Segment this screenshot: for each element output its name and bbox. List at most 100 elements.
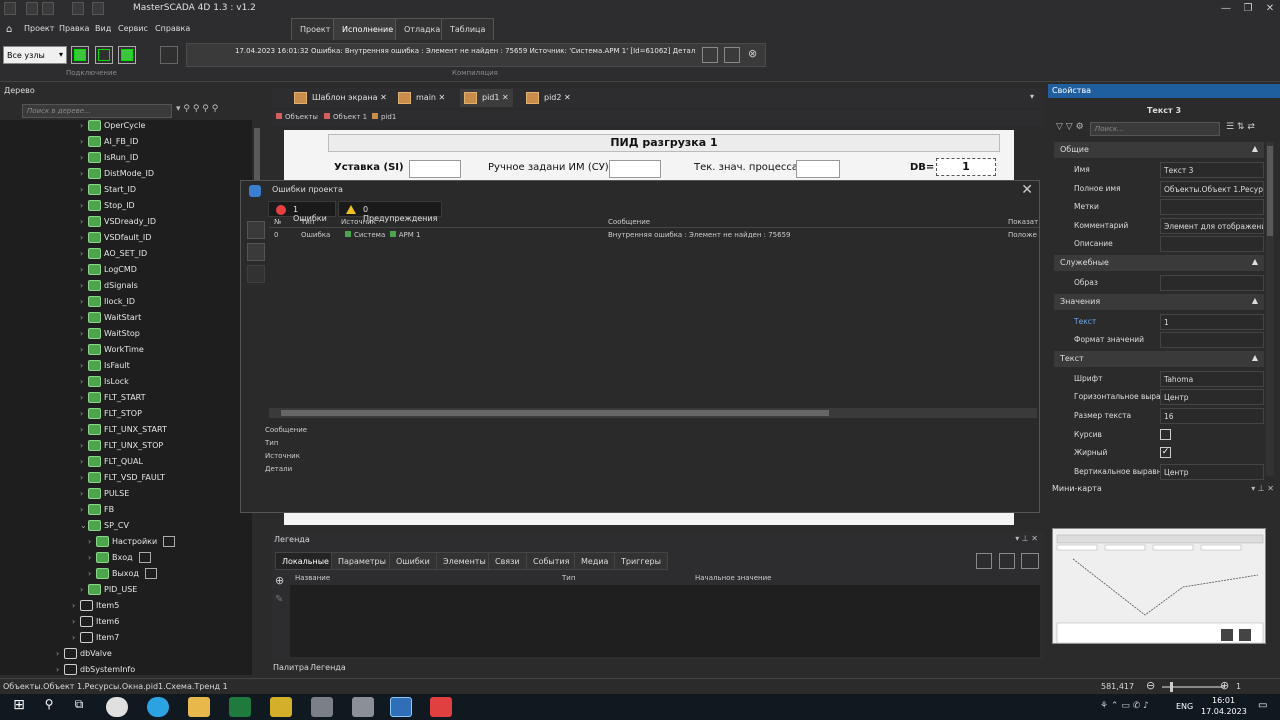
chevron-right-icon[interactable]: › bbox=[80, 329, 88, 338]
property-section[interactable]: Значения ▲ bbox=[1054, 293, 1264, 310]
log-clear-icon[interactable]: ⊗ bbox=[748, 47, 762, 63]
tree-item[interactable]: › Item7 bbox=[72, 632, 119, 648]
windows-start-icon[interactable]: ⊞ bbox=[8, 697, 30, 717]
property-section[interactable]: Текст ▲ bbox=[1054, 350, 1264, 367]
view-table-icon[interactable] bbox=[999, 553, 1015, 569]
tab-pid1[interactable]: pid1 ✕ bbox=[460, 89, 513, 107]
task-view-icon[interactable]: ⧉ bbox=[68, 697, 90, 717]
properties-search-input[interactable]: Поиск... bbox=[1090, 122, 1220, 136]
filter-warnings-button[interactable]: 0 Предупреждения bbox=[338, 201, 442, 223]
legend-tab-triggers[interactable]: Триггеры bbox=[614, 552, 668, 570]
ribbon-tab-table[interactable]: Таблица bbox=[441, 18, 495, 40]
tree-item[interactable]: › IsLock bbox=[80, 376, 129, 392]
quick-access-dropdown-icon[interactable] bbox=[92, 2, 104, 15]
bottom-tab-palette[interactable]: Палитра bbox=[273, 663, 309, 672]
tree-item[interactable]: › AO_SET_ID bbox=[80, 248, 147, 264]
tree-item[interactable]: › Item5 bbox=[72, 600, 119, 616]
chevron-right-icon[interactable]: › bbox=[80, 457, 88, 466]
properties-filter-icon[interactable]: ▽ ▽ ⚙ bbox=[1056, 122, 1084, 132]
menu-help[interactable]: Справка bbox=[155, 24, 190, 33]
link-icon[interactable] bbox=[163, 536, 176, 547]
property-checkbox[interactable]: ✓ bbox=[1160, 447, 1171, 459]
tree-item[interactable]: › FLT_STOP bbox=[80, 408, 142, 424]
explorer-icon[interactable] bbox=[188, 697, 210, 717]
tray-time[interactable]: 16:01 bbox=[1212, 696, 1235, 705]
chevron-right-icon[interactable]: › bbox=[80, 185, 88, 194]
tree-item[interactable]: › dbSystemInfo bbox=[56, 664, 135, 675]
log-export-icon[interactable] bbox=[702, 47, 718, 63]
properties-scrollbar[interactable] bbox=[1266, 142, 1274, 476]
excel-icon[interactable] bbox=[229, 697, 251, 717]
row-message[interactable]: Внутренняя ошибка : Элемент не найден : … bbox=[608, 231, 791, 239]
property-value[interactable]: Центр bbox=[1160, 389, 1264, 406]
legend-tab-local[interactable]: Локальные bbox=[275, 552, 336, 570]
chevron-down-icon[interactable]: ⌄ bbox=[80, 521, 88, 530]
view-grid-icon[interactable] bbox=[976, 553, 992, 569]
close-icon[interactable]: ✕ bbox=[564, 93, 571, 102]
tree-item[interactable]: › WaitStart bbox=[80, 312, 141, 328]
legend-tab-elements[interactable]: Элементы bbox=[436, 552, 493, 570]
tree-item[interactable]: › FB bbox=[80, 504, 114, 520]
view-columns-icon[interactable] bbox=[1021, 553, 1039, 569]
tray-language[interactable]: ENG bbox=[1176, 702, 1193, 711]
row-type[interactable]: Ошибка bbox=[301, 231, 330, 239]
chevron-right-icon[interactable]: › bbox=[80, 505, 88, 514]
nodes-select[interactable]: Все узлы ▾ bbox=[3, 46, 67, 64]
info-icon[interactable] bbox=[247, 243, 265, 261]
tree-item[interactable]: › Выход bbox=[88, 568, 157, 584]
legend-tab-media[interactable]: Медиа bbox=[574, 552, 616, 570]
breadcrumb-item[interactable]: Объект 1 bbox=[333, 113, 367, 121]
masterscada-icon[interactable] bbox=[390, 697, 412, 717]
tree-item[interactable]: › WorkTime bbox=[80, 344, 144, 360]
run-button[interactable] bbox=[71, 46, 89, 64]
tree-item[interactable]: › Вход bbox=[88, 552, 151, 568]
panel-controls-icon[interactable]: ▾ ⊥ ✕ bbox=[1251, 484, 1274, 493]
maximize-icon[interactable]: ❐ bbox=[1238, 0, 1258, 18]
tree-item[interactable]: › PULSE bbox=[80, 488, 129, 504]
tabs-menu-icon[interactable]: ▾ bbox=[1030, 92, 1034, 101]
chevron-right-icon[interactable]: › bbox=[80, 489, 88, 498]
property-section[interactable]: Служебные ▲ bbox=[1054, 255, 1264, 271]
breadcrumb-item[interactable]: Объекты bbox=[285, 113, 318, 121]
minimize-icon[interactable]: — bbox=[1216, 0, 1236, 18]
process-value-field[interactable] bbox=[796, 160, 840, 178]
tree-item[interactable]: › FLT_VSD_FAULT bbox=[80, 472, 165, 488]
add-icon[interactable]: ⊕ bbox=[275, 575, 287, 587]
run-step-button[interactable] bbox=[95, 46, 113, 64]
properties-view-icon[interactable]: ☰ ⇅ ⇄ bbox=[1226, 122, 1255, 132]
minimap[interactable] bbox=[1052, 528, 1266, 644]
link-icon[interactable] bbox=[144, 568, 157, 579]
db-value-text[interactable]: 1 bbox=[936, 158, 996, 176]
download-button[interactable] bbox=[160, 46, 178, 64]
ribbon-tab-execution[interactable]: Исполнение bbox=[333, 18, 403, 40]
chevron-right-icon[interactable]: › bbox=[80, 265, 88, 274]
chevron-right-icon[interactable]: › bbox=[56, 665, 64, 674]
chevron-right-icon[interactable]: › bbox=[88, 569, 96, 578]
property-value[interactable]: Tahoma bbox=[1160, 370, 1264, 387]
save-icon[interactable] bbox=[26, 2, 38, 15]
goto-source-icon[interactable] bbox=[247, 221, 265, 239]
chevron-right-icon[interactable]: › bbox=[80, 441, 88, 450]
chevron-right-icon[interactable]: › bbox=[80, 425, 88, 434]
legend-tab-params[interactable]: Параметры bbox=[331, 552, 393, 570]
property-value[interactable]: Текст 3 bbox=[1160, 162, 1264, 178]
chevron-right-icon[interactable]: › bbox=[80, 217, 88, 226]
legend-tab-errors[interactable]: Ошибки bbox=[389, 552, 437, 570]
filter-errors-button[interactable]: 1 Ошибки bbox=[268, 201, 336, 223]
row-num[interactable]: 0 bbox=[274, 231, 278, 239]
menu-edit[interactable]: Правка bbox=[59, 24, 89, 33]
chevron-right-icon[interactable]: › bbox=[72, 633, 80, 642]
property-value[interactable] bbox=[1160, 332, 1264, 349]
close-icon[interactable]: ✕ bbox=[1021, 182, 1033, 198]
property-value[interactable] bbox=[1160, 199, 1264, 216]
run-debug-button[interactable] bbox=[118, 46, 136, 64]
bottom-tab-legend[interactable]: Легенда bbox=[310, 663, 346, 672]
tray-date[interactable]: 17.04.2023 bbox=[1201, 707, 1247, 716]
chrome-icon[interactable] bbox=[106, 697, 128, 717]
chevron-right-icon[interactable]: › bbox=[80, 393, 88, 402]
menu-project[interactable]: Проект bbox=[24, 24, 54, 33]
chevron-right-icon[interactable]: › bbox=[80, 585, 88, 594]
chevron-right-icon[interactable]: › bbox=[72, 617, 80, 626]
tree-item[interactable]: › IsFault bbox=[80, 360, 130, 376]
tree-item[interactable]: › FLT_START bbox=[80, 392, 146, 408]
